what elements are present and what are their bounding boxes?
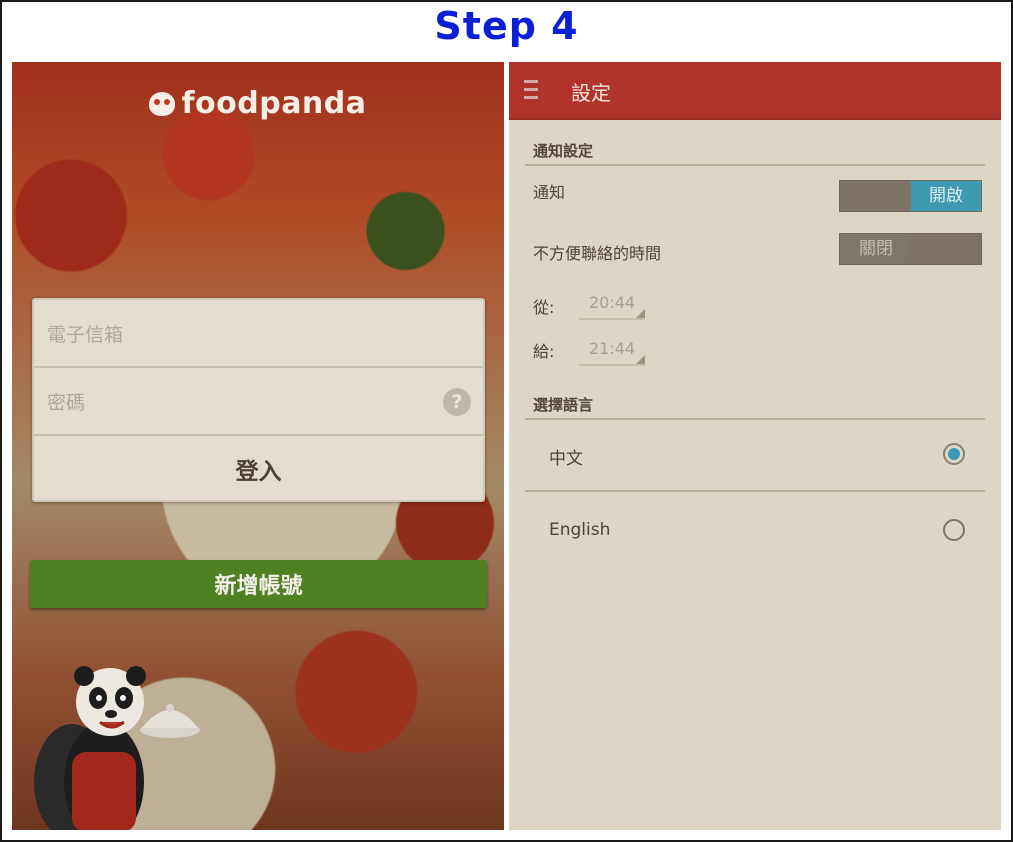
login-form: 電子信箱 密碼 ? 登入 [32, 298, 485, 502]
from-time-picker[interactable]: 20:44 [579, 290, 645, 320]
password-placeholder: 密碼 [47, 391, 86, 414]
help-icon[interactable]: ? [443, 388, 471, 416]
notification-section-header: 通知設定 [525, 132, 985, 166]
foodpanda-logo: foodpanda [12, 86, 504, 121]
panda-mascot [34, 666, 200, 830]
login-screen: foodpanda 電子信箱 密碼 ? 登入 新增帳號 [12, 62, 504, 830]
quiet-hours-toggle[interactable]: 關閉 [839, 233, 982, 265]
language-option-chinese[interactable]: 中文 [525, 418, 985, 492]
language-label: 中文 [549, 449, 583, 469]
language-option-english[interactable]: English [525, 494, 985, 568]
menu-icon[interactable] [524, 80, 540, 102]
email-placeholder: 電子信箱 [47, 323, 124, 346]
from-label: 從: [533, 298, 555, 317]
signup-button[interactable]: 新增帳號 [30, 560, 487, 608]
step-title: Step 4 [434, 4, 579, 48]
to-label: 給: [533, 342, 555, 361]
app-bar: 設定 [509, 62, 1001, 120]
settings-screen: 設定 通知設定 通知 開啟 不方便聯絡的時間 關閉 從: 20:44 給: 21… [509, 62, 1001, 830]
notification-toggle[interactable]: 開啟 [839, 180, 982, 212]
radio-unchecked-icon[interactable] [943, 519, 965, 541]
notification-label: 通知 [533, 183, 566, 202]
toggle-off-label: 關閉 [840, 234, 912, 264]
quiet-hours-label: 不方便聯絡的時間 [533, 244, 662, 263]
radio-checked-icon[interactable] [943, 443, 965, 465]
email-field[interactable]: 電子信箱 [34, 300, 483, 368]
logo-text: foodpanda [181, 86, 367, 121]
to-time-picker[interactable]: 21:44 [579, 336, 645, 366]
password-field[interactable]: 密碼 ? [34, 368, 483, 436]
page-title: 設定 [571, 81, 611, 105]
language-label: English [549, 520, 611, 540]
panda-head-icon [149, 92, 176, 116]
login-button[interactable]: 登入 [34, 436, 483, 502]
toggle-on-label: 開啟 [911, 181, 981, 211]
language-section-header: 選擇語言 [525, 386, 985, 420]
